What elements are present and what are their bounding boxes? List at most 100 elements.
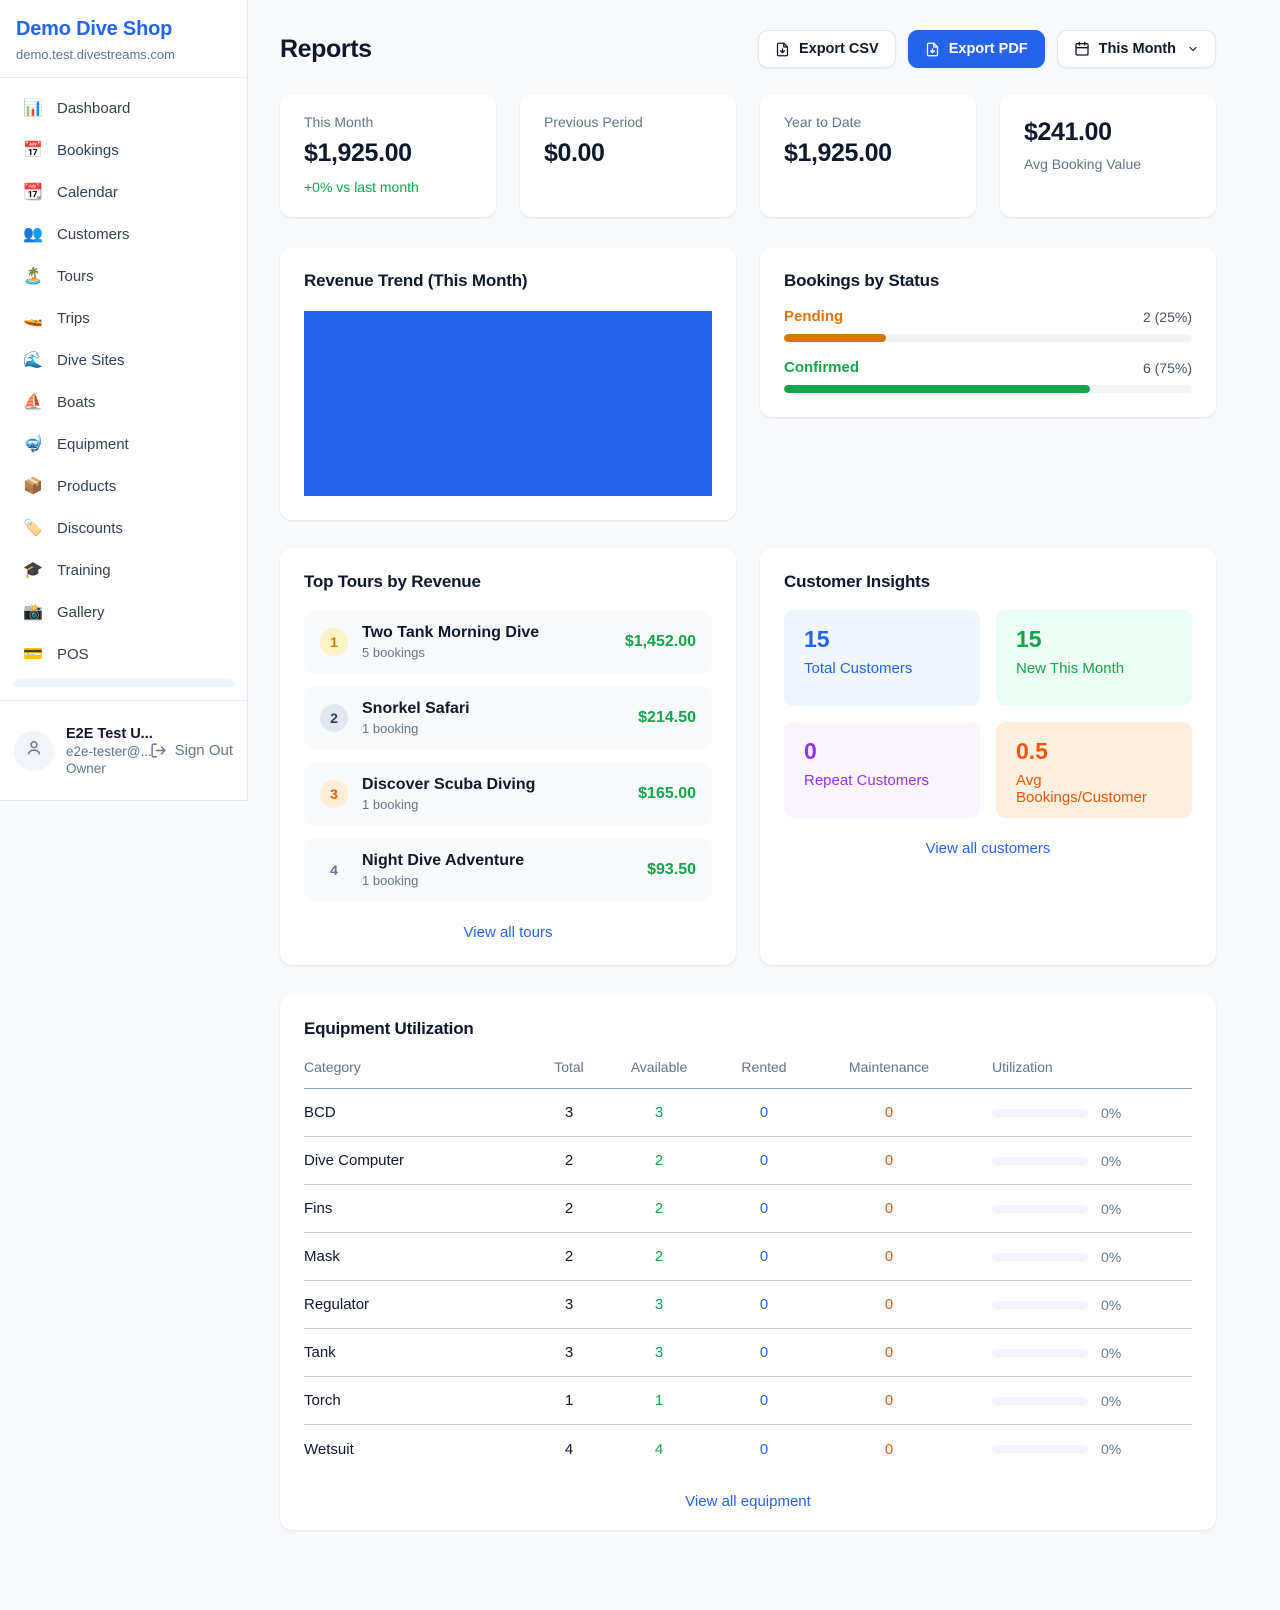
tour-name: Night Dive Adventure <box>362 852 633 870</box>
sidebar-item-pos[interactable]: 💳POS <box>12 634 235 676</box>
column-header: Category <box>304 1059 534 1075</box>
column-header: Rented <box>714 1059 814 1075</box>
tour-bookings: 1 booking <box>362 797 624 812</box>
view-all-tours-link[interactable]: View all tours <box>304 924 712 941</box>
sidebar-item-bookings[interactable]: 📅Bookings <box>12 130 235 172</box>
utilization-bar <box>992 1445 1088 1453</box>
equipment-available: 3 <box>604 1104 714 1121</box>
wave-icon: 🌊 <box>22 353 44 369</box>
bar-chart-icon: 📊 <box>22 101 44 117</box>
sidebar-item-boats[interactable]: ⛵Boats <box>12 382 235 424</box>
rank-badge: 1 <box>320 628 348 656</box>
equipment-maintenance: 0 <box>814 1296 964 1313</box>
tour-row[interactable]: 4 Night Dive Adventure 1 booking $93.50 <box>304 838 712 902</box>
utilization-percent: 0% <box>1101 1105 1121 1121</box>
equipment-category: Tank <box>304 1344 534 1361</box>
equipment-rented: 0 <box>714 1344 814 1361</box>
sidebar-item-dashboard[interactable]: 📊Dashboard <box>12 88 235 130</box>
insight-tile-new-this-month: 15 New This Month <box>996 610 1192 706</box>
sidebar-item-equipment[interactable]: 🤿Equipment <box>12 424 235 466</box>
utilization-percent: 0% <box>1101 1441 1121 1457</box>
insight-value: 15 <box>804 626 960 653</box>
equipment-total: 3 <box>534 1296 604 1313</box>
status-bar-track <box>784 334 1192 342</box>
sidebar-item-trips[interactable]: 🚤Trips <box>12 298 235 340</box>
sidebar-item-tours[interactable]: 🏝️ Tours <box>12 256 235 298</box>
equipment-rented: 0 <box>714 1441 814 1458</box>
tour-name: Two Tank Morning Dive <box>362 624 611 642</box>
sidebar-item-label: Discounts <box>57 518 123 540</box>
equipment-table: Category Total Available Rented Maintena… <box>304 1059 1192 1473</box>
sidebar-item-calendar[interactable]: 📆Calendar <box>12 172 235 214</box>
equipment-total: 4 <box>534 1441 604 1458</box>
user-panel: E2E Test U... e2e-tester@... Owner Sign … <box>0 700 247 800</box>
equipment-rented: 0 <box>714 1248 814 1265</box>
tours-list: 1 Two Tank Morning Dive 5 bookings $1,45… <box>304 610 712 902</box>
tour-bookings: 1 booking <box>362 721 624 736</box>
export-pdf-button[interactable]: Export PDF <box>908 30 1045 68</box>
file-download-icon <box>775 42 790 57</box>
insight-label: Avg Bookings/Customer <box>1016 772 1172 806</box>
sidebar-item-label: Customers <box>57 224 130 246</box>
equipment-rented: 0 <box>714 1200 814 1217</box>
file-download-icon <box>925 42 940 57</box>
period-select[interactable]: This Month <box>1057 30 1216 68</box>
graduation-cap-icon: 🎓 <box>22 563 44 579</box>
view-all-equipment-link[interactable]: View all equipment <box>304 1493 1192 1510</box>
sidebar-item-label: Tours <box>57 266 94 288</box>
stat-card-year-to-date: Year to Date $1,925.00 <box>760 94 976 217</box>
equipment-rented: 0 <box>714 1104 814 1121</box>
equipment-rented: 0 <box>714 1392 814 1409</box>
shop-header: Demo Dive Shop demo.test.divestreams.com <box>0 0 247 78</box>
utilization-percent: 0% <box>1101 1297 1121 1313</box>
export-csv-button[interactable]: Export CSV <box>758 30 896 68</box>
tour-row[interactable]: 1 Two Tank Morning Dive 5 bookings $1,45… <box>304 610 712 674</box>
equipment-maintenance: 0 <box>814 1152 964 1169</box>
status-row-confirmed: Confirmed 6 (75%) <box>784 359 1192 393</box>
view-all-customers-link[interactable]: View all customers <box>784 840 1192 857</box>
sidebar-item-label: Trips <box>57 308 90 330</box>
rank-badge: 3 <box>320 780 348 808</box>
person-icon <box>24 738 44 763</box>
revenue-trend-title: Revenue Trend (This Month) <box>304 271 712 291</box>
utilization-bar <box>992 1349 1088 1357</box>
equipment-total: 2 <box>534 1200 604 1217</box>
equipment-available: 3 <box>604 1344 714 1361</box>
sidebar-item-reports-partial[interactable] <box>12 678 235 687</box>
equipment-available: 2 <box>604 1248 714 1265</box>
people-icon: 👥 <box>22 227 44 243</box>
tour-row[interactable]: 3 Discover Scuba Diving 1 booking $165.0… <box>304 762 712 826</box>
status-label: Confirmed <box>784 359 859 376</box>
stat-delta: +0% vs last month <box>304 179 472 195</box>
sidebar-item-label: POS <box>57 644 89 666</box>
shop-name[interactable]: Demo Dive Shop <box>16 18 231 41</box>
table-header: Category Total Available Rented Maintena… <box>304 1059 1192 1089</box>
desert-island-icon: 🏝️ <box>22 269 44 285</box>
insight-label: Total Customers <box>804 660 960 677</box>
sidebar-item-training[interactable]: 🎓Training <box>12 550 235 592</box>
bookings-by-status-card: Bookings by Status Pending 2 (25%) Confi… <box>760 247 1216 417</box>
equipment-total: 2 <box>534 1152 604 1169</box>
user-info: E2E Test U... e2e-tester@... Owner <box>66 726 138 776</box>
calendar-icon <box>1074 41 1090 57</box>
avatar <box>14 731 54 771</box>
insight-label: New This Month <box>1016 660 1172 677</box>
user-name: E2E Test U... <box>66 726 138 742</box>
sidebar-item-discounts[interactable]: 🏷️Discounts <box>12 508 235 550</box>
insight-grid: 15 Total Customers 15 New This Month 0 R… <box>784 610 1192 818</box>
equipment-category: BCD <box>304 1104 534 1121</box>
table-row: Tank 3 3 0 0 0% <box>304 1329 1192 1377</box>
sidebar-item-gallery[interactable]: 📸Gallery <box>12 592 235 634</box>
insight-tile-avg-bookings: 0.5 Avg Bookings/Customer <box>996 722 1192 818</box>
sidebar-item-products[interactable]: 📦Products <box>12 466 235 508</box>
sidebar-item-dive-sites[interactable]: 🌊Dive Sites <box>12 340 235 382</box>
sign-out-button[interactable]: Sign Out <box>150 742 233 759</box>
equipment-maintenance: 0 <box>814 1392 964 1409</box>
tour-row[interactable]: 2 Snorkel Safari 1 booking $214.50 <box>304 686 712 750</box>
user-role: Owner <box>66 761 138 776</box>
equipment-maintenance: 0 <box>814 1344 964 1361</box>
sidebar-item-customers[interactable]: 👥 Customers <box>12 214 235 256</box>
stat-label: This Month <box>304 114 472 130</box>
status-count: 6 (75%) <box>1143 360 1192 376</box>
sidebar-item-label: Equipment <box>57 434 129 456</box>
